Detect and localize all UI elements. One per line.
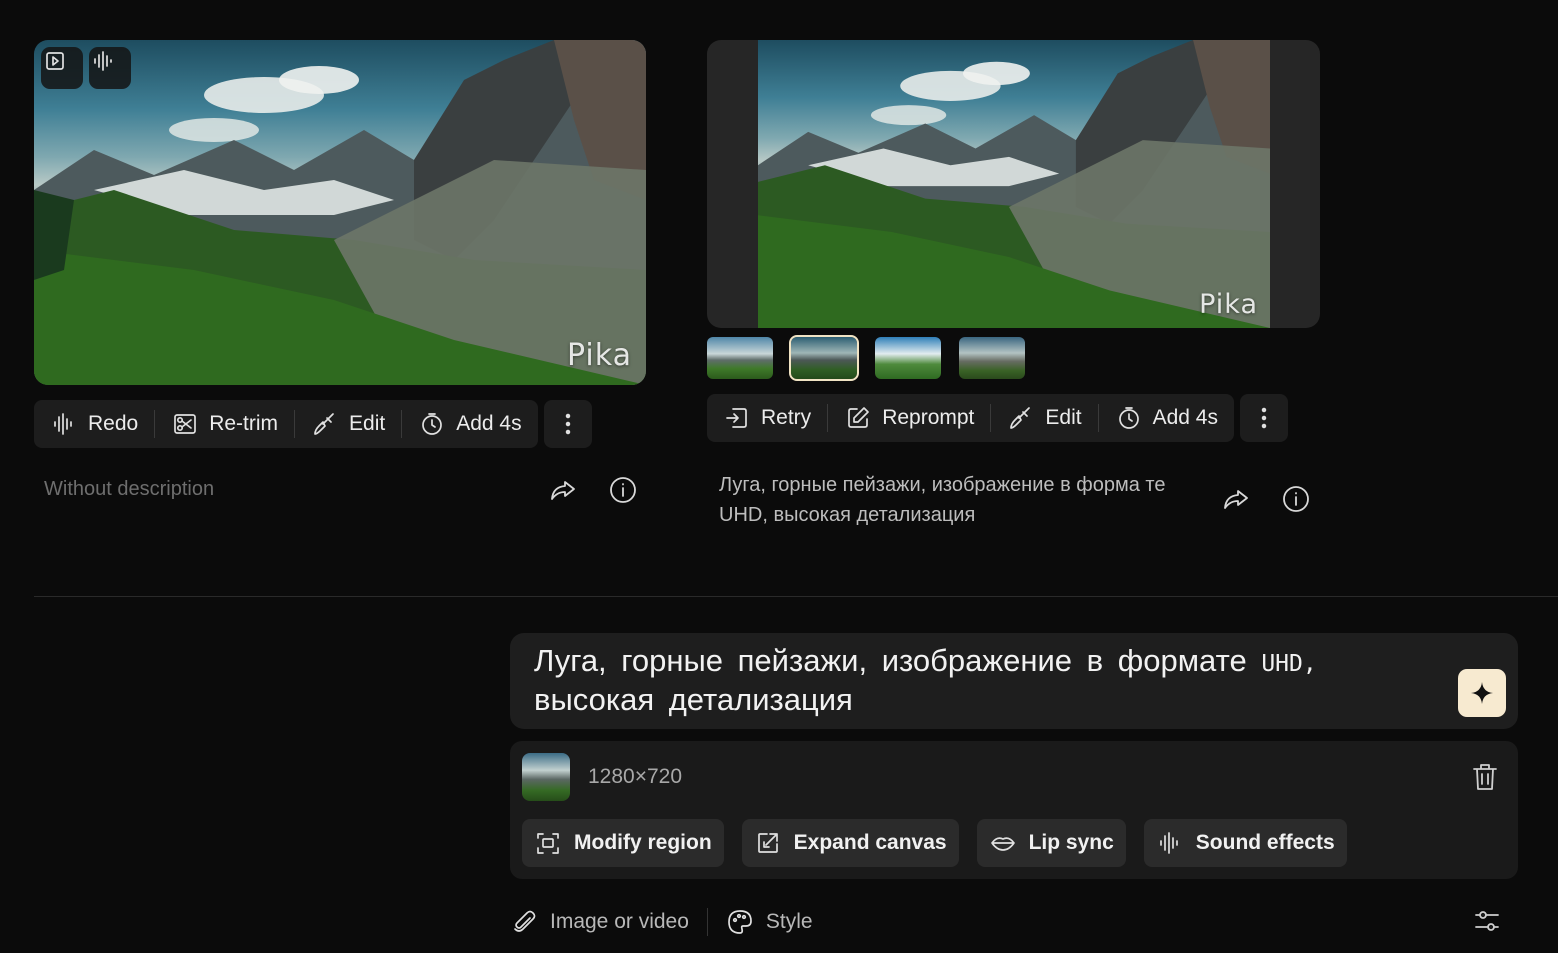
- variant-thumbnail[interactable]: [875, 337, 941, 379]
- delete-media-button[interactable]: [1470, 761, 1500, 793]
- redo-label: Redo: [88, 412, 139, 435]
- more-options-button[interactable]: [1239, 394, 1288, 442]
- app-root: Pika Redo Re-trim Edit Add 4s Without de…: [0, 0, 1558, 953]
- trash-icon: [1473, 764, 1497, 790]
- left-share-button[interactable]: [547, 474, 579, 506]
- sparkle-icon: [1471, 682, 1493, 704]
- sound-wave-icon: [50, 410, 78, 438]
- expand-icon: [754, 829, 782, 857]
- edit-button[interactable]: Edit: [295, 400, 401, 448]
- pika-watermark: Pika: [567, 338, 632, 373]
- landscape-art: [34, 40, 646, 385]
- share-icon: [551, 481, 575, 500]
- variant-thumbnail[interactable]: [959, 337, 1025, 379]
- lip-sync-button[interactable]: Lip sync: [976, 819, 1126, 867]
- sound-mode-button[interactable]: [89, 47, 131, 89]
- info-icon: [610, 477, 636, 503]
- left-description: Without description: [44, 478, 215, 500]
- redo-button[interactable]: Redo: [34, 400, 154, 448]
- resolution-label: 1280×720: [588, 765, 683, 788]
- reprompt-label: Reprompt: [882, 406, 975, 429]
- paperclip-icon: [510, 908, 538, 936]
- retrim-label: Re-trim: [209, 412, 279, 435]
- expand-canvas-button[interactable]: Expand canvas: [741, 819, 959, 867]
- generate-button[interactable]: [1458, 669, 1506, 717]
- attached-media-panel: 1280×720 Modify region Expand canvas Lip…: [510, 741, 1518, 879]
- right-toolbar-group: Retry Reprompt Edit Add 4s: [707, 394, 1234, 442]
- sound-effects-label: Sound effects: [1195, 831, 1335, 854]
- more-vertical-icon: [554, 410, 582, 438]
- add-time-label: Add 4s: [456, 412, 522, 435]
- prompt-text[interactable]: Луга, горные пейзажи, изображение в форм…: [534, 643, 1434, 718]
- expand-canvas-label: Expand canvas: [793, 831, 947, 854]
- attach-media-button[interactable]: Image or video: [510, 908, 707, 936]
- right-share-button[interactable]: [1220, 483, 1252, 515]
- settings-sliders-button[interactable]: [1472, 906, 1502, 936]
- add-time-button[interactable]: Add 4s: [402, 400, 537, 448]
- variant-thumbnails: [707, 335, 1025, 381]
- variant-thumbnail[interactable]: [707, 337, 773, 379]
- edit-button[interactable]: Edit: [991, 394, 1097, 442]
- share-icon: [1224, 490, 1248, 509]
- timer-add-icon: [418, 410, 446, 438]
- left-toolbar: Redo Re-trim Edit Add 4s: [34, 400, 592, 448]
- prompt-text-part: высокая детализация: [534, 682, 853, 717]
- landscape-art: [758, 40, 1270, 328]
- info-icon: [1283, 486, 1309, 512]
- bar-divider: [706, 908, 708, 936]
- left-info-button[interactable]: [607, 474, 639, 506]
- lips-icon: [989, 829, 1017, 857]
- attach-media-label: Image or video: [550, 910, 689, 933]
- sliders-icon: [1475, 911, 1499, 931]
- section-divider: [34, 596, 1558, 597]
- retry-icon: [723, 404, 751, 432]
- media-actions: Modify region Expand canvas Lip sync Sou…: [522, 819, 1347, 867]
- reprompt-button[interactable]: Reprompt: [828, 394, 990, 442]
- retry-button[interactable]: Retry: [707, 394, 827, 442]
- modify-region-button[interactable]: Modify region: [522, 819, 724, 867]
- prompt-input[interactable]: Луга, горные пейзажи, изображение в форм…: [510, 633, 1518, 729]
- left-video-preview[interactable]: Pika: [34, 40, 646, 385]
- right-toolbar: Retry Reprompt Edit Add 4s: [707, 394, 1288, 442]
- right-video-frame: Pika: [758, 40, 1270, 328]
- left-toolbar-group: Redo Re-trim Edit Add 4s: [34, 400, 538, 448]
- pika-watermark: Pika: [1199, 289, 1258, 320]
- video-mode-button[interactable]: [41, 47, 83, 89]
- sound-wave-icon: [1156, 829, 1184, 857]
- prompt-text-mono: UHD,: [1261, 651, 1317, 677]
- brush-icon: [311, 410, 339, 438]
- brush-icon: [1007, 404, 1035, 432]
- more-vertical-icon: [1250, 404, 1278, 432]
- add-time-button[interactable]: Add 4s: [1099, 394, 1234, 442]
- more-options-button[interactable]: [543, 400, 592, 448]
- prompt-options-bar: Image or video Style: [510, 900, 1518, 944]
- sound-effects-button[interactable]: Sound effects: [1143, 819, 1347, 867]
- style-label: Style: [765, 910, 813, 933]
- sound-wave-icon: [94, 51, 124, 82]
- modify-region-label: Modify region: [574, 831, 712, 854]
- palette-icon: [726, 908, 754, 936]
- timer-add-icon: [1115, 404, 1143, 432]
- prompt-text-part: Луга, горные пейзажи, изображение в форм…: [534, 643, 1247, 678]
- right-info-button[interactable]: [1280, 483, 1312, 515]
- edit-label: Edit: [1045, 406, 1082, 429]
- right-video-preview[interactable]: Pika: [707, 40, 1320, 328]
- region-select-icon: [534, 829, 562, 857]
- variant-thumbnail-selected[interactable]: [789, 335, 859, 381]
- edit-label: Edit: [349, 412, 386, 435]
- retrim-button[interactable]: Re-trim: [155, 400, 294, 448]
- retry-label: Retry: [761, 406, 812, 429]
- scissors-icon: [171, 410, 199, 438]
- video-play-icon: [46, 52, 76, 82]
- attached-media-thumbnail[interactable]: [522, 753, 570, 801]
- right-description: Луга, горные пейзажи, изображение в форм…: [719, 474, 1166, 526]
- add-time-label: Add 4s: [1152, 406, 1218, 429]
- pencil-square-icon: [844, 404, 872, 432]
- lip-sync-label: Lip sync: [1028, 831, 1114, 854]
- style-button[interactable]: Style: [726, 908, 831, 936]
